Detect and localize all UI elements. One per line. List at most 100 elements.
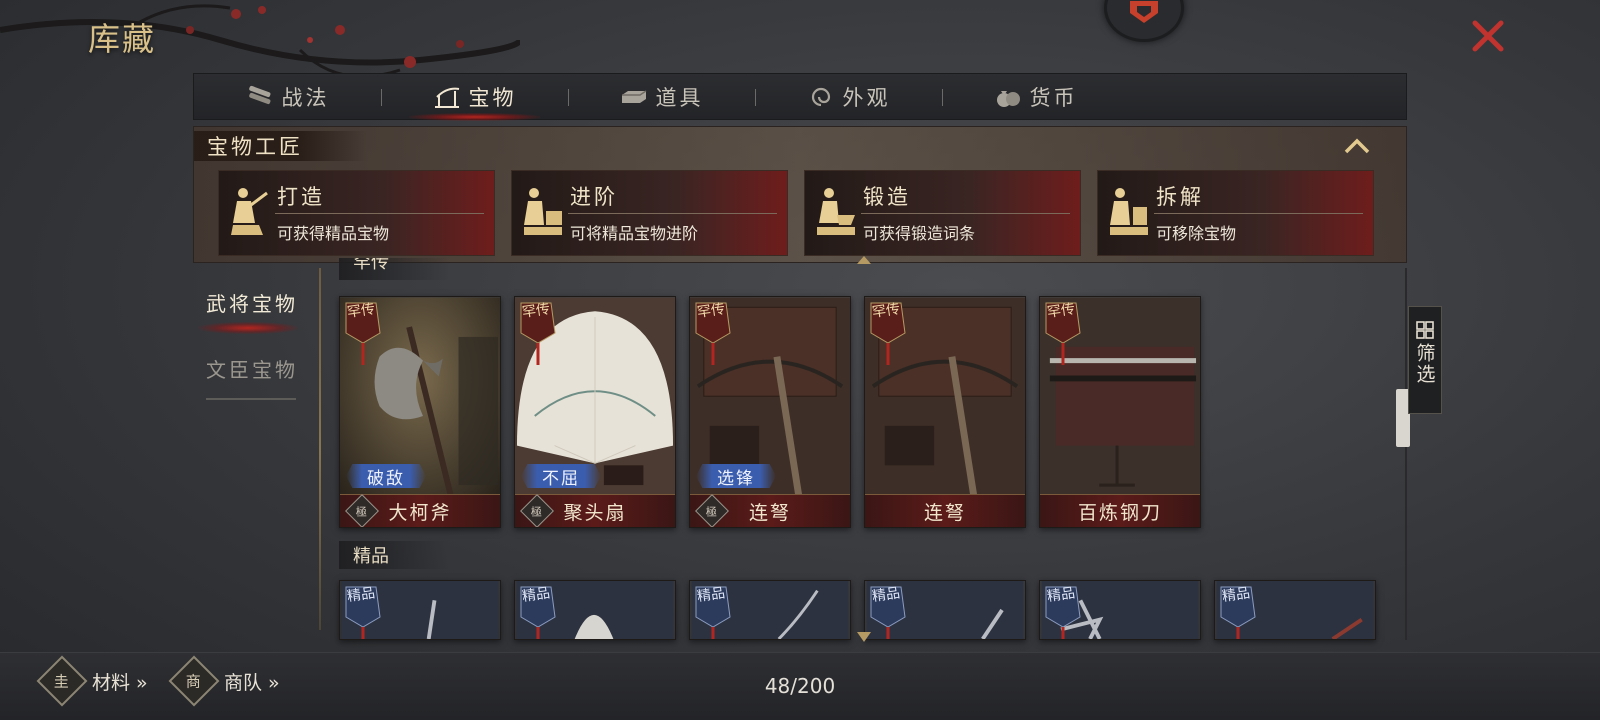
skill-tag: 不屈 [521,464,601,488]
grade-badge-text: 極 [530,505,544,518]
item-name: 聚头扇 [563,501,627,524]
scroll-down-arrow-icon [857,632,871,642]
sidebar-item-general-treasures[interactable]: 武将宝物 [196,288,308,317]
divider [206,398,296,400]
treasure-card[interactable]: 罕传 百炼钢刀 [1039,296,1201,528]
craft-name: 拆解 [1156,185,1204,209]
filter-label: 筛选 [1413,343,1436,385]
skill-tag: 破敌 [346,464,426,488]
rarity-label: 罕传 [346,301,376,322]
tab-currency[interactable]: 货币 [942,74,1129,119]
item-name-bar: 连弩 [865,494,1025,527]
treasure-card[interactable]: 罕传 连弩 [864,296,1026,528]
collapse-chevron-up-icon[interactable] [1344,137,1370,155]
craft-desc: 可获得锻造词条 [863,224,976,243]
craft-desc: 可移除宝物 [1156,224,1237,243]
rarity-label: 罕传 [1046,301,1076,322]
craft-name: 打造 [277,185,325,209]
craftsman-smelting-icon [817,188,855,235]
treasure-card[interactable]: 精品 [1214,580,1376,640]
section-label-text: 精品 [353,546,389,567]
rarity-label: 精品 [1046,585,1076,606]
grade-badge-text: 極 [355,505,369,518]
divider [1154,213,1363,214]
scrollbar-track [1405,268,1407,640]
close-icon [1472,20,1504,52]
bow-rack-icon [434,87,459,108]
craft-desc: 可获得精品宝物 [277,224,390,243]
filter-button[interactable]: 筛选 [1408,306,1442,414]
ingot-icon [621,89,646,103]
craft-name: 锻造 [863,185,911,209]
sidebar-item-civil-treasures[interactable]: 文臣宝物 [196,354,308,383]
tab-items[interactable]: 道具 [568,74,755,119]
skill-tag: 选锋 [696,464,776,488]
tab-label: 道具 [655,85,704,110]
section-label-fine: 精品 [339,541,449,569]
divider [568,213,777,214]
tab-appearance[interactable]: 外观 [755,74,942,119]
rarity-label: 精品 [346,585,376,606]
craft-desc: 可将精品宝物进阶 [570,224,699,243]
shield-icon [1130,1,1158,23]
treasure-card[interactable]: 精品 [864,580,1026,640]
rarity-label: 精品 [696,585,726,606]
swirl-icon [811,87,830,106]
rarity-label: 罕传 [521,301,551,322]
craftsman-anvil-icon [524,188,562,235]
page-title: 库藏 [88,20,157,58]
item-name-bar: 百炼钢刀 [1040,494,1200,527]
item-name-bar: 極 大柯斧 [340,494,500,527]
tab-label: 货币 [1029,85,1078,110]
rarity-label: 精品 [521,585,551,606]
tab-treasures[interactable]: 宝物 [381,74,568,121]
treasure-card[interactable]: 罕传 不屈 極 聚头扇 [514,296,676,528]
craftsman-hammer-icon [231,188,268,235]
rarity-label: 精品 [871,585,901,606]
money-bag-icon [996,90,1020,107]
scroll-bundle-icon [248,85,270,104]
rarity-label: 精品 [1221,585,1251,606]
craft-card-smelt[interactable]: 锻造 可获得锻造词条 [804,170,1081,256]
tab-tactics[interactable]: 战法 [194,74,381,119]
craft-card-upgrade[interactable]: 进阶 可将精品宝物进阶 [511,170,788,256]
tab-label: 宝物 [468,85,517,110]
grid-icon [1416,321,1434,339]
item-name-bar: 極 连弩 [690,494,850,527]
item-name: 连弩 [923,501,966,524]
craft-card-forge[interactable]: 打造 可获得精品宝物 [218,170,495,256]
grade-badge-text: 極 [705,505,719,518]
active-indicator [198,322,298,334]
treasure-card[interactable]: 罕传 破敌 極 大柯斧 [339,296,501,528]
craft-name: 进阶 [570,185,618,209]
section-label-text: 罕传 [353,258,389,273]
tab-label: 战法 [281,85,330,110]
panel-pointer-icon [857,256,871,264]
divider [861,213,1070,214]
list-border [319,268,321,630]
treasure-card[interactable]: 精品 [514,580,676,640]
grade-badge: 極 [695,494,729,527]
close-button[interactable] [1468,16,1508,56]
rarity-label: 罕传 [871,301,901,322]
treasure-card[interactable]: 精品 [1039,580,1201,640]
section-label-rare: 罕传 [339,258,449,280]
item-name-bar: 極 聚头扇 [515,494,675,527]
craftsman-dismantle-icon [1110,188,1148,235]
treasure-craftsman-panel: 宝物工匠 打造 可获得精品宝物 进阶 可将精品宝物进阶 锻造 可获得锻造词条 拆… [193,126,1407,263]
grade-badge: 極 [345,494,379,527]
tab-label: 外观 [842,85,891,110]
treasure-card[interactable]: 精品 [339,580,501,640]
item-name: 大柯斧 [388,501,452,524]
treasure-card[interactable]: 罕传 选锋 極 连弩 [689,296,851,528]
rarity-label: 罕传 [696,301,726,322]
treasure-card[interactable]: 精品 [689,580,851,640]
craft-panel-title: 宝物工匠 [194,131,367,161]
divider [275,213,484,214]
item-name: 连弩 [748,501,791,524]
storage-capacity: 48/200 [764,674,836,698]
craft-card-dismantle[interactable]: 拆解 可移除宝物 [1097,170,1374,256]
category-tabs: 战法 宝物 道具 外观 货币 [193,73,1407,121]
item-name: 百炼钢刀 [1077,501,1162,524]
shop-emblem-button[interactable] [1104,0,1184,42]
